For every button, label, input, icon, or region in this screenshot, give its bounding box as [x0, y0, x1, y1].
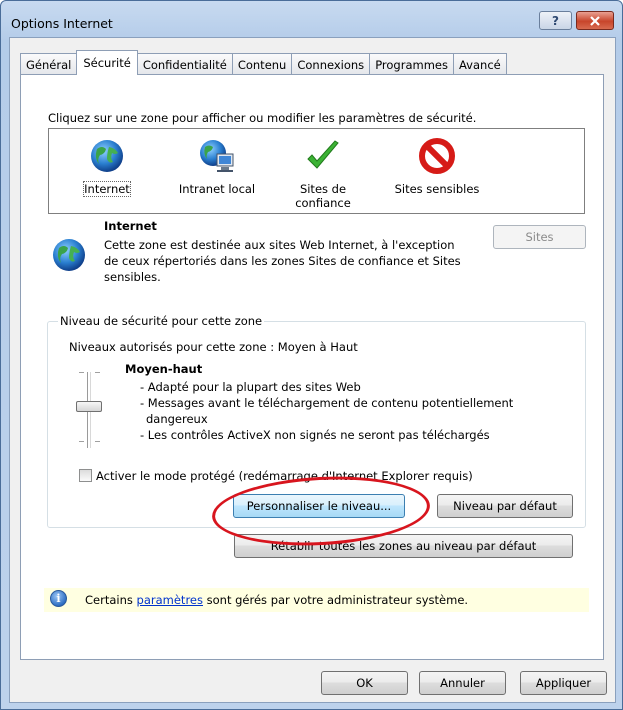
- settings-link[interactable]: paramètres: [137, 593, 203, 607]
- zone-label-restricted: Sites sensibles: [394, 182, 480, 196]
- info-text: Certains paramètres sont gérés par votre…: [85, 593, 468, 607]
- tab-general[interactable]: Général: [20, 53, 78, 75]
- zone-label-trusted: Sites de confiance: [295, 182, 351, 210]
- tab-content[interactable]: Contenu: [231, 53, 293, 75]
- tab-programs[interactable]: Programmes: [369, 53, 454, 75]
- close-button[interactable]: [576, 11, 614, 30]
- checkmark-icon: [307, 140, 339, 169]
- zone-info-line-3: sensibles.: [104, 270, 161, 284]
- zone-restricted-sites[interactable]: Sites sensibles: [387, 135, 487, 211]
- zone-info-line-2: de ceux répertoriés dans les zones Sites…: [104, 254, 461, 268]
- security-level-group-title: Niveau de sécurité pour cette zone: [58, 314, 265, 328]
- protected-mode-checkbox[interactable]: [79, 469, 92, 482]
- level-bullet-2-cont: dangereux: [146, 412, 208, 426]
- sites-button[interactable]: Sites: [493, 225, 586, 249]
- slider-tick: [95, 372, 100, 373]
- level-bullet-3: - Les contrôles ActiveX non signés ne se…: [140, 428, 490, 442]
- title-bar[interactable]: Options Internet ?: [1, 1, 622, 39]
- globe-icon: [91, 140, 123, 172]
- zone-info-line-1: Cette zone est destinée aux sites Web In…: [104, 238, 455, 252]
- window-title: Options Internet: [11, 16, 113, 31]
- zone-list: Internet Intranet local Sites de confian…: [48, 128, 585, 214]
- tab-advanced[interactable]: Avancé: [452, 53, 507, 75]
- info-icon: i: [50, 590, 67, 607]
- level-bullet-1: - Adapté pour la plupart des sites Web: [140, 380, 361, 394]
- tab-privacy[interactable]: Confidentialité: [136, 53, 233, 75]
- level-name: Moyen-haut: [125, 362, 203, 376]
- level-bullet-2: - Messages avant le téléchargement de co…: [140, 396, 514, 410]
- network-globe-icon: [200, 140, 234, 172]
- zone-internet[interactable]: Internet: [57, 135, 157, 211]
- default-level-button[interactable]: Niveau par défaut: [437, 494, 573, 518]
- ok-button[interactable]: OK: [321, 671, 408, 695]
- zone-instruction: Cliquez sur une zone pour afficher ou mo…: [48, 111, 477, 125]
- zone-info-title: Internet: [104, 219, 157, 233]
- tab-security[interactable]: Sécurité: [76, 50, 138, 75]
- slider-tick: [79, 372, 84, 373]
- selected-zone-globe-icon: [53, 239, 85, 271]
- zone-local-intranet[interactable]: Intranet local: [167, 135, 267, 211]
- info-text-after: sont gérés par votre administrateur syst…: [206, 593, 469, 607]
- cancel-button[interactable]: Annuler: [419, 671, 506, 695]
- slider-tick: [95, 441, 100, 442]
- zone-label-internet: Internet: [83, 181, 131, 197]
- apply-button[interactable]: Appliquer: [520, 671, 607, 695]
- zone-label-intranet: Intranet local: [178, 182, 256, 196]
- slider-tick: [79, 441, 84, 442]
- tab-bar: Général Sécurité Confidentialité Contenu…: [20, 50, 507, 75]
- security-slider-thumb[interactable]: [76, 401, 102, 412]
- help-button[interactable]: ?: [539, 11, 572, 30]
- close-icon: [590, 15, 600, 26]
- info-text-before: Certains: [85, 593, 133, 607]
- zone-trusted-sites[interactable]: Sites de confiance: [273, 135, 373, 211]
- tab-connections[interactable]: Connexions: [291, 53, 371, 75]
- allowed-levels-text: Niveaux autorisés pour cette zone : Moye…: [69, 340, 358, 354]
- prohibited-icon: [419, 138, 455, 174]
